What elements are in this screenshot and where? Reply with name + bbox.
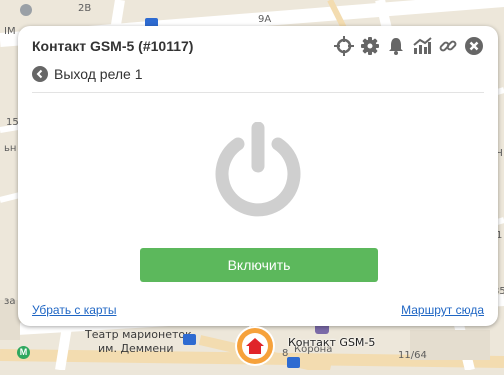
house-alarm-icon [246,338,264,354]
link-icon[interactable] [438,36,458,56]
remove-from-map-link[interactable]: Убрать с карты [32,303,116,317]
bus-stop-icon[interactable] [287,357,300,368]
turn-on-button[interactable]: Включить [140,248,378,282]
poi-icon[interactable] [20,4,32,16]
map-label: 15 [6,117,19,128]
marker-label: Контакт GSM-5 [288,336,376,349]
crosshair-icon[interactable] [334,36,354,56]
popup-title: Контакт GSM-5 (#10117) [32,38,194,54]
power-icon [215,122,301,217]
metro-icon[interactable]: M [17,346,30,359]
map-label-theatre: Театр марионеток [85,328,192,341]
subheader: Выход реле 1 [32,66,143,82]
map-label: 11/64 [398,350,427,361]
map-label: 2В [78,3,92,14]
bus-stop-icon[interactable] [183,334,196,345]
map-label: 9А [258,14,272,25]
gear-icon[interactable] [360,36,380,56]
device-popup: Контакт GSM-5 (#10117) Выход реле 1 Вклю… [18,26,498,326]
map-label: ІМ [4,26,16,37]
popup-toolbar [334,36,484,56]
device-marker[interactable] [237,328,273,364]
divider [32,92,484,93]
map-label: ьн [4,143,17,154]
chart-icon[interactable] [412,36,432,56]
back-arrow-icon[interactable] [32,66,48,82]
route-here-link[interactable]: Маршрут сюда [401,303,484,317]
relay-name: Выход реле 1 [54,66,143,82]
map-label: за [4,296,16,307]
map-label-theatre: им. Деммени [98,342,174,355]
close-icon[interactable] [464,36,484,56]
bell-icon[interactable] [386,36,406,56]
popup-pointer [241,318,259,327]
